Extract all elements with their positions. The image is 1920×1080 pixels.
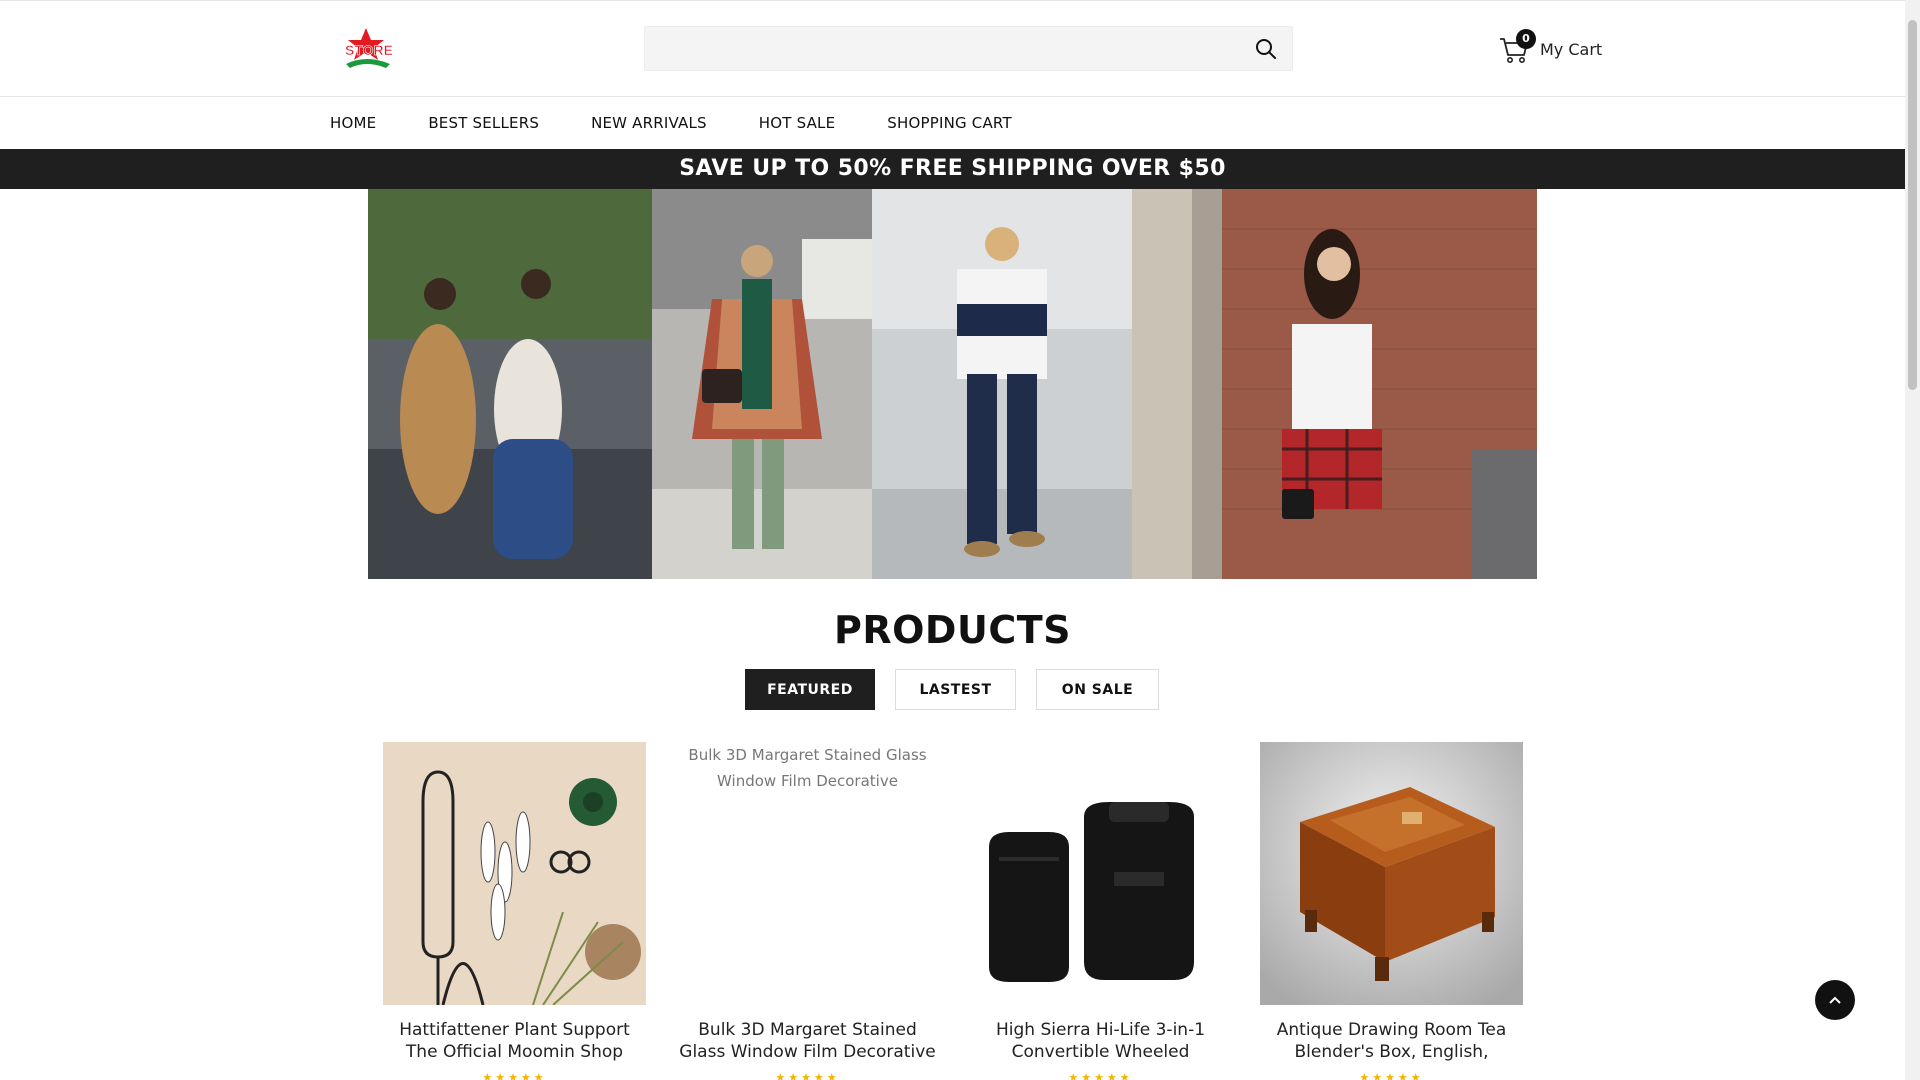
cart-button[interactable]: 0 My Cart (1498, 29, 1608, 67)
cart-count-badge: 0 (1516, 29, 1536, 49)
product-rating: ★★★★★ (1359, 1071, 1424, 1080)
product-title[interactable]: High Sierra Hi-Life 3-in-1 Convertible W… (969, 1019, 1232, 1063)
logo-image: STORE (345, 28, 393, 68)
product-card[interactable]: Hattifattener Plant Support The Official… (383, 742, 646, 1080)
tab-lastest[interactable]: LASTEST (895, 669, 1016, 710)
store-logo[interactable]: STORE (338, 28, 400, 72)
nav-new-arrivals[interactable]: NEW ARRIVALS (591, 114, 707, 132)
cart-icon: 0 (1498, 29, 1536, 65)
scrollbar-thumb[interactable] (1908, 20, 1917, 390)
product-title[interactable]: Hattifattener Plant Support The Official… (383, 1019, 646, 1063)
product-image[interactable] (1260, 742, 1523, 1005)
product-rating: ★★★★★ (1068, 1071, 1133, 1080)
hero-image-3 (872, 189, 1132, 579)
nav-home[interactable]: HOME (330, 114, 376, 132)
product-tabs: FEATURED LASTEST ON SALE (745, 669, 1179, 710)
product-title[interactable]: Bulk 3D Margaret Stained Glass Window Fi… (676, 1019, 939, 1063)
hero-image-4 (1132, 189, 1537, 579)
products-heading: PRODUCTS (834, 608, 1071, 652)
logo-text: STORE (345, 42, 393, 58)
main-nav: HOME BEST SELLERS NEW ARRIVALS HOT SALE … (0, 97, 1905, 149)
hero-image-1 (368, 189, 652, 579)
product-title[interactable]: Antique Drawing Room Tea Blender's Box, … (1260, 1019, 1523, 1063)
product-image[interactable]: Bulk 3D Margaret Stained Glass Window Fi… (676, 742, 939, 1005)
product-card[interactable]: Antique Drawing Room Tea Blender's Box, … (1260, 742, 1523, 1080)
nav-hot-sale[interactable]: HOT SALE (759, 114, 836, 132)
product-grid: Hattifattener Plant Support The Official… (383, 742, 1523, 1080)
search-icon[interactable] (1254, 37, 1278, 61)
cart-label: My Cart (1540, 39, 1603, 59)
search-bar (644, 26, 1293, 71)
product-rating: ★★★★★ (482, 1071, 547, 1080)
tab-on-sale[interactable]: ON SALE (1036, 669, 1159, 710)
search-input[interactable] (645, 27, 1235, 70)
hero-banner[interactable] (368, 189, 1537, 579)
promo-banner: SAVE UP TO 50% FREE SHIPPING OVER $50 (0, 149, 1905, 189)
tab-featured[interactable]: FEATURED (745, 669, 875, 710)
chevron-up-icon (1815, 996, 1855, 1024)
back-to-top-button[interactable] (1815, 980, 1855, 1020)
product-card[interactable]: High Sierra Hi-Life 3-in-1 Convertible W… (969, 742, 1232, 1080)
product-image[interactable] (969, 742, 1232, 1005)
product-image[interactable] (383, 742, 646, 1005)
nav-best-sellers[interactable]: BEST SELLERS (428, 114, 539, 132)
nav-shopping-cart[interactable]: SHOPPING CART (887, 114, 1012, 132)
hero-image-2 (652, 189, 872, 579)
product-rating: ★★★★★ (775, 1071, 840, 1080)
site-header: STORE 0 My Cart (0, 0, 1905, 97)
product-card[interactable]: Bulk 3D Margaret Stained Glass Window Fi… (676, 742, 939, 1080)
broken-image-alt-text: Bulk 3D Margaret Stained Glass Window Fi… (688, 746, 927, 790)
page-scrollbar[interactable] (1905, 0, 1920, 1080)
